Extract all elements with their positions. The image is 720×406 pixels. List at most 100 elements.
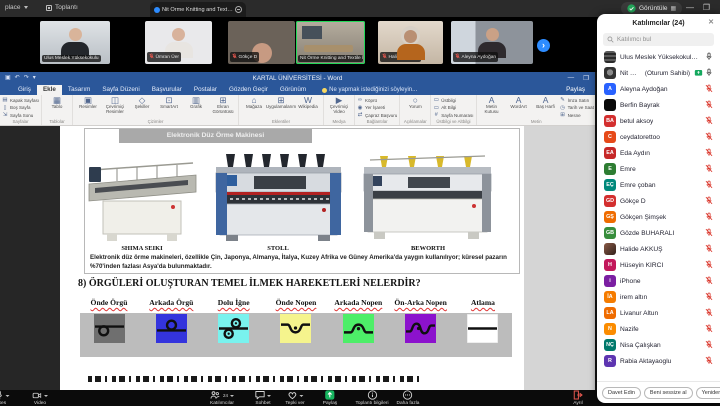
ribbon-button[interactable]: ▭Alt Bilgi: [433, 105, 473, 111]
ribbon-button[interactable]: ⊞Uygulamalarım: [268, 96, 294, 110]
participant-row[interactable]: iiPhone: [597, 273, 720, 289]
quick-access-toolbar[interactable]: ▣ ↶ ↷ ▾: [5, 74, 36, 81]
meetings-tab[interactable]: Toplantı: [46, 4, 78, 11]
ribbon-button[interactable]: ◷Tarih ve Saat: [560, 105, 594, 111]
participant-photo-avatar: [604, 243, 616, 255]
ribbon-button[interactable]: AWordArt: [506, 96, 532, 110]
toolbar-toplantı-bilgileri[interactable]: Toplantı bilgileri: [355, 391, 388, 406]
participant-name: Berfin Bayrak: [620, 102, 660, 109]
participant-search-input[interactable]: Katılımcı bul: [603, 33, 714, 46]
participant-row[interactable]: Berfin Bayrak: [597, 97, 720, 113]
chevron-up-icon[interactable]: [299, 395, 303, 397]
participant-row[interactable]: NNazife: [597, 321, 720, 337]
panel-yeniden-oturum-s-button[interactable]: Yeniden oturum s: [696, 387, 720, 399]
toolbar-ayrıl[interactable]: Ayrıl: [573, 391, 583, 406]
ribbon-button[interactable]: ▭Üstbilgi: [433, 97, 473, 103]
participant-row[interactable]: NÇNisa Çalışkan: [597, 337, 720, 353]
undo-icon[interactable]: ↶: [15, 74, 20, 81]
active-meeting-tab[interactable]: Nit Örme Knitting and Textile Ind: [150, 2, 246, 17]
chevron-up-icon[interactable]: [267, 395, 271, 397]
participant-row[interactable]: RRabia Aktayaoglu: [597, 353, 720, 369]
maximize-icon[interactable]: ❐: [703, 4, 710, 12]
ribbon-button[interactable]: WWikipedia: [295, 96, 321, 110]
ribbon-button[interactable]: ◫Çevrimiçi Resimler: [102, 96, 128, 115]
ribbon-tab-postalar[interactable]: Postalar: [188, 85, 223, 96]
ribbon-button[interactable]: ▥Grafik: [183, 96, 209, 110]
ribbon-button[interactable]: ⊞Ekran Görüntüsü: [210, 96, 236, 115]
chevron-up-icon[interactable]: [44, 395, 48, 397]
video-thumbnail[interactable]: Nit Örme Knitting and Textile I: [296, 21, 365, 64]
panel-beni-sessize-al-button[interactable]: Beni sessize al: [644, 387, 693, 399]
ribbon-button[interactable]: ◉Yer İşareti: [357, 105, 397, 111]
close-icon[interactable]: ✕: [708, 19, 714, 26]
ribbon-button[interactable]: ◇Şekiller: [129, 96, 155, 110]
ribbon-button[interactable]: ▤Kapak Sayfası: [2, 97, 39, 103]
participant-row[interactable]: EEmre: [597, 161, 720, 177]
word-share-button[interactable]: Paylaş: [566, 86, 585, 95]
toolbar-daha-fazla[interactable]: Daha fazla: [397, 391, 420, 406]
ribbon-button[interactable]: ABaş Harfi: [533, 96, 559, 110]
ribbon-button[interactable]: ⊡SmartArt: [156, 96, 182, 110]
video-thumbnail[interactable]: Gökçe D: [228, 21, 295, 64]
save-icon[interactable]: ▣: [5, 74, 11, 81]
ribbon-tab-tasarım[interactable]: Tasarım: [62, 85, 96, 96]
toolbar-icon-row: [367, 391, 377, 400]
word-minimize-icon[interactable]: —: [568, 74, 575, 82]
ribbon-button[interactable]: ▦Tablo: [44, 96, 70, 110]
ribbon-tab-ekle[interactable]: Ekle: [37, 85, 62, 96]
workspace-menu[interactable]: place: [5, 4, 28, 11]
participant-row[interactable]: GDGökçe D: [597, 193, 720, 209]
tab-mute-icon[interactable]: [235, 6, 242, 13]
ribbon-group: ▶Çevrimiçi VideoMedya: [324, 95, 355, 125]
minimize-icon[interactable]: —: [686, 4, 694, 12]
participant-row[interactable]: EÇEmre çoban: [597, 177, 720, 193]
participant-avatar: C: [604, 131, 616, 143]
participant-row[interactable]: EAEda Aydın: [597, 145, 720, 161]
ribbon-button[interactable]: ▶Çevrimiçi Video: [326, 96, 352, 115]
toolbar-tepki-ver[interactable]: Tepki ver: [285, 391, 304, 406]
ribbon-button[interactable]: ○Yorum: [402, 96, 428, 110]
ribbon-button[interactable]: ▣Resimler: [75, 96, 101, 110]
word-restore-icon[interactable]: ❐: [583, 74, 589, 82]
toolbar-katılımcılar[interactable]: 24Katılımcılar: [210, 391, 234, 406]
chevron-up-icon[interactable]: [6, 395, 10, 397]
video-thumbnail[interactable]: Halide AKKUŞ: [378, 21, 443, 64]
redo-icon[interactable]: ↷: [24, 74, 29, 81]
participant-row[interactable]: Ulus Meslek Yüksekokulu (Ben): [597, 49, 720, 65]
ribbon-tab-görünüm[interactable]: Görünüm: [274, 85, 312, 96]
participant-row[interactable]: BAbetul aksoy: [597, 113, 720, 129]
ribbon-button[interactable]: AMetin Kutusu: [479, 96, 505, 115]
video-thumbnail[interactable]: Ulus Meslek Yüksekokulu: [40, 21, 110, 64]
next-videos-button[interactable]: ›: [537, 39, 550, 52]
chevron-up-icon[interactable]: [230, 395, 234, 397]
video-thumbnail[interactable]: Aleyna Aydoğan: [451, 21, 533, 64]
toolbar-video[interactable]: Video: [32, 391, 48, 406]
participant-row[interactable]: LALivanur Altun: [597, 305, 720, 321]
ribbon-tab-gözden-geçir[interactable]: Gözden Geçir: [223, 85, 274, 96]
toolbar-paylaş[interactable]: Paylaş: [323, 391, 337, 406]
participant-row[interactable]: GŞGökçen Şimşek: [597, 209, 720, 225]
participant-row[interactable]: Nit Örme Knitt...(Oturum Sahibi): [597, 65, 720, 81]
tell-me-box[interactable]: Ne yapmak istediğinizi söyleyin...: [322, 87, 417, 95]
ribbon-tab-sayfa-düzeni[interactable]: Sayfa Düzeni: [96, 85, 145, 96]
document-page[interactable]: Elektronik Düz Örme Makinesi: [60, 126, 524, 390]
toolbar-ses[interactable]: Ses: [0, 391, 10, 406]
participant-row[interactable]: İAirem altın: [597, 289, 720, 305]
ribbon-tab-başvurular[interactable]: Başvurular: [146, 85, 188, 96]
ribbon-button[interactable]: ▯Boş Sayfa: [2, 105, 39, 111]
toolbar-sohbet[interactable]: Sohbet: [255, 391, 271, 406]
ribbon-tab-giriş[interactable]: Giriş: [12, 85, 37, 96]
qat-chevron-icon[interactable]: ▾: [33, 74, 36, 81]
participant-row[interactable]: HHüseyin KIRCI: [597, 257, 720, 273]
panel-davet-edin-button[interactable]: Davet Edin: [602, 387, 641, 399]
participant-row[interactable]: GBGözde BUHARALI: [597, 225, 720, 241]
participant-row[interactable]: Halide AKKUŞ: [597, 241, 720, 257]
ribbon-button[interactable]: ⌂Mağaza: [241, 96, 267, 110]
participant-row[interactable]: Cceydatorettoo: [597, 129, 720, 145]
ribbon-button[interactable]: ∞Köprü: [357, 97, 397, 103]
video-thumbnail[interactable]: Ümran Üer: [145, 21, 212, 64]
ribbon-button[interactable]: ✎İmza Satırı: [560, 97, 594, 103]
ribbon-button-label: Yer İşareti: [365, 105, 385, 110]
clipped-text-line: [88, 376, 424, 382]
participant-row[interactable]: AAleyna Aydoğan: [597, 81, 720, 97]
